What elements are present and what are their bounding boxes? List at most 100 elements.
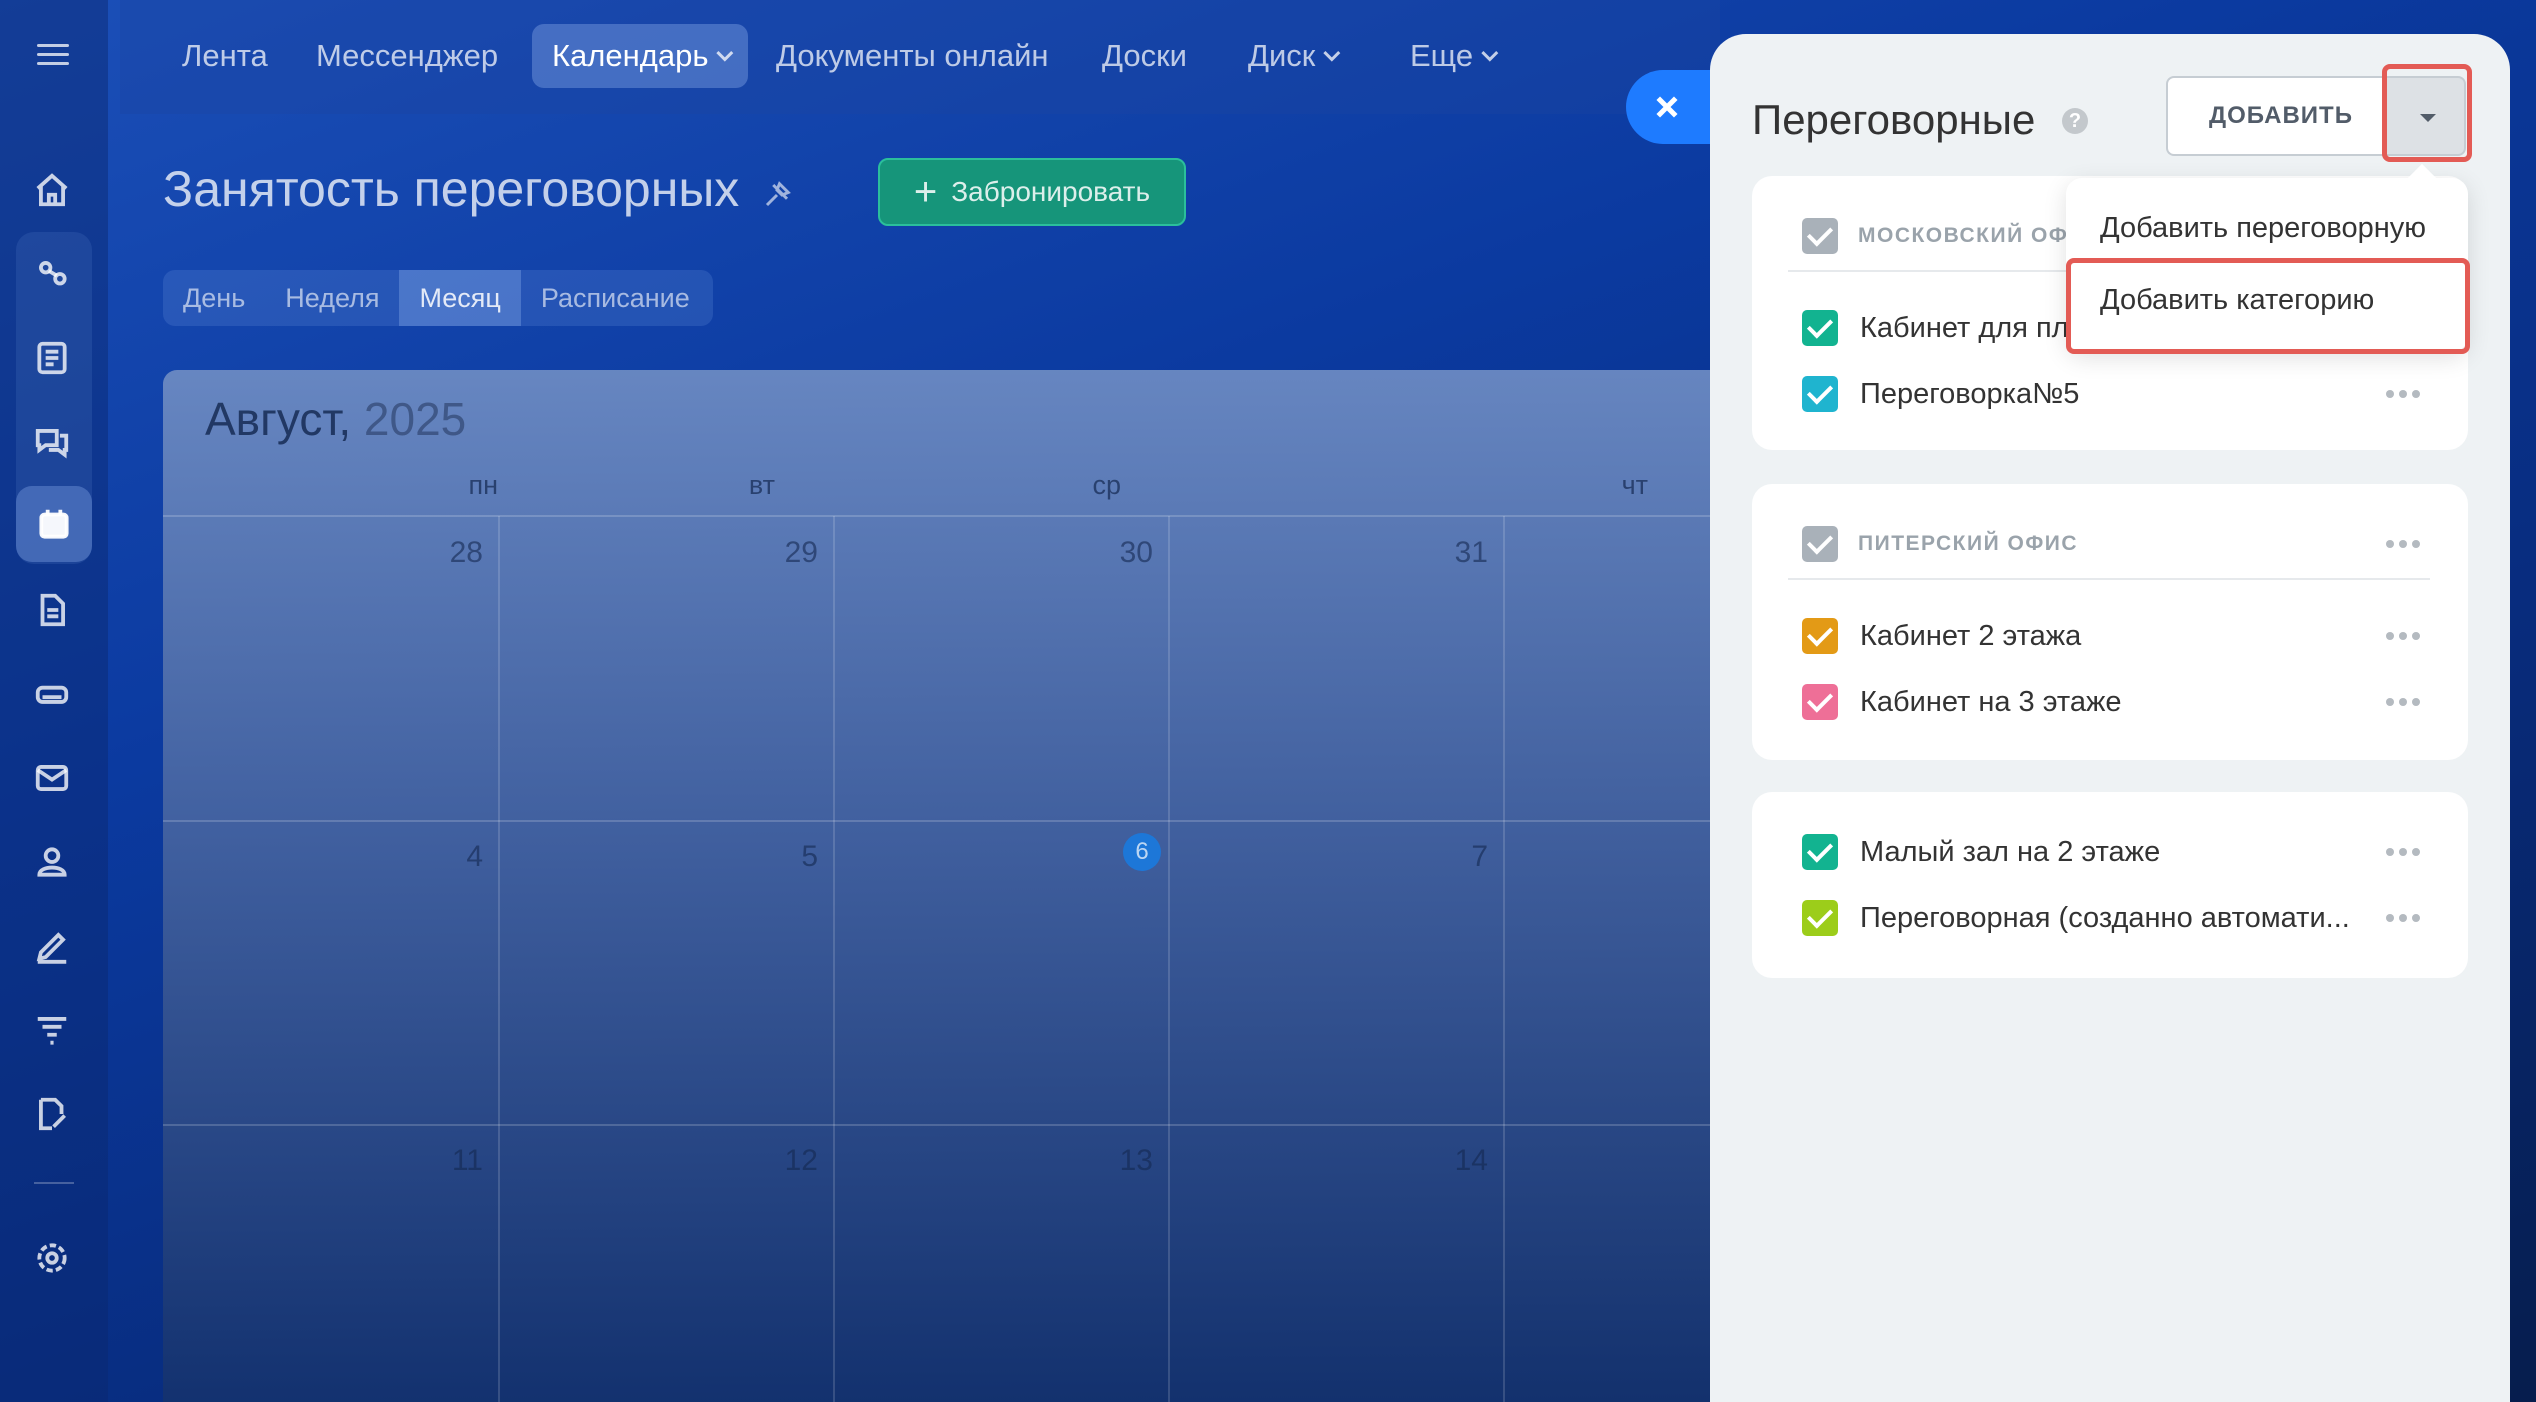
nav-label: Диск bbox=[1248, 38, 1316, 73]
pin-icon[interactable] bbox=[762, 180, 792, 210]
category-label: МОСКОВСКИЙ ОФИ bbox=[1858, 224, 2085, 247]
nav-item-boards[interactable]: Доски bbox=[1082, 24, 1207, 88]
calendar-month-title: Август, 2025 bbox=[205, 392, 466, 446]
panel-title: Переговорные bbox=[1752, 96, 2036, 143]
chevron-down-icon bbox=[716, 44, 734, 62]
tab-day[interactable]: День bbox=[163, 270, 265, 326]
page-title: Занятость переговорных bbox=[163, 161, 740, 217]
nav-label: Календарь bbox=[552, 38, 709, 73]
today-marker[interactable]: 6 bbox=[1123, 833, 1161, 871]
grid-line bbox=[833, 516, 835, 1402]
day-cell[interactable]: 13 bbox=[1113, 1144, 1153, 1178]
day-cell[interactable]: 4 bbox=[443, 840, 483, 874]
day-cell[interactable]: 7 bbox=[1448, 840, 1488, 874]
room-label: Переговорная (созданно автомати... bbox=[1860, 901, 2350, 934]
menu-icon[interactable] bbox=[37, 44, 69, 66]
day-cell[interactable]: 29 bbox=[778, 536, 818, 570]
nav-item-more[interactable]: Еще bbox=[1390, 24, 1513, 88]
room-label: Кабинет 2 этажа bbox=[1860, 619, 2082, 652]
sidebar-divider bbox=[34, 1182, 74, 1184]
room-checkbox[interactable] bbox=[1802, 684, 1838, 720]
day-cell[interactable]: 28 bbox=[443, 536, 483, 570]
room-checkbox[interactable] bbox=[1802, 618, 1838, 654]
sign-icon[interactable] bbox=[30, 924, 74, 968]
grid-line bbox=[163, 1124, 1723, 1126]
day-cell[interactable]: 5 bbox=[778, 840, 818, 874]
sales-funnel-icon[interactable] bbox=[30, 1008, 74, 1052]
weekday-label: чт bbox=[1621, 470, 1648, 500]
room-checkbox[interactable] bbox=[1802, 376, 1838, 412]
nav-item-docs-online[interactable]: Документы онлайн bbox=[756, 24, 1069, 88]
mail-icon[interactable] bbox=[30, 756, 74, 800]
settings-icon[interactable] bbox=[30, 1236, 74, 1280]
room-item: Переговорка№5 bbox=[1802, 374, 2079, 414]
day-cell[interactable]: 11 bbox=[443, 1144, 483, 1178]
room-item: Кабинет 2 этажа bbox=[1802, 616, 2081, 656]
room-checkbox[interactable] bbox=[1802, 900, 1838, 936]
menu-item-add-room[interactable]: Добавить переговорную bbox=[2100, 212, 2426, 245]
day-cell[interactable]: 14 bbox=[1448, 1144, 1488, 1178]
grid-line bbox=[498, 516, 500, 1402]
documents-icon[interactable] bbox=[30, 588, 74, 632]
tab-schedule[interactable]: Расписание bbox=[521, 270, 710, 326]
year: 2025 bbox=[363, 393, 467, 445]
more-icon[interactable] bbox=[2386, 914, 2420, 922]
room-checkbox[interactable] bbox=[1802, 834, 1838, 870]
nav-item-calendar[interactable]: Календарь bbox=[532, 24, 749, 88]
category-label: ПИТЕРСКИЙ ОФИС bbox=[1858, 532, 2079, 555]
grid-line bbox=[1503, 516, 1505, 1402]
drive-icon[interactable] bbox=[30, 672, 74, 716]
left-sidebar bbox=[0, 0, 108, 1402]
more-icon[interactable] bbox=[2386, 698, 2420, 706]
nav-item-feed[interactable]: Лента bbox=[162, 24, 288, 88]
grid-line bbox=[163, 820, 1723, 822]
employees-icon[interactable] bbox=[30, 840, 74, 884]
home-icon[interactable] bbox=[30, 168, 74, 212]
category-header: ПИТЕРСКИЙ ОФИС bbox=[1802, 524, 2078, 564]
month-name: Август, bbox=[205, 393, 352, 445]
category-card: ПИТЕРСКИЙ ОФИС Кабинет 2 этажа Кабинет н… bbox=[1752, 484, 2468, 760]
crm-icon[interactable] bbox=[30, 252, 74, 296]
nav-label: Мессенджер bbox=[316, 38, 499, 73]
nav-item-messenger[interactable]: Мессенджер bbox=[296, 24, 518, 88]
help-icon[interactable]: ? bbox=[2062, 108, 2088, 134]
nav-label: Доски bbox=[1102, 38, 1187, 73]
category-checkbox[interactable] bbox=[1802, 218, 1838, 254]
highlight-frame bbox=[2382, 64, 2472, 162]
room-checkbox[interactable] bbox=[1802, 310, 1838, 346]
top-navigation: Лента Мессенджер Календарь Документы онл… bbox=[120, 0, 1778, 114]
more-icon[interactable] bbox=[2386, 632, 2420, 640]
edit-document-icon[interactable] bbox=[30, 1092, 74, 1136]
day-cell[interactable]: 31 bbox=[1448, 536, 1488, 570]
feed-icon[interactable] bbox=[30, 336, 74, 380]
close-icon bbox=[1656, 96, 1678, 118]
book-button-label: Забронировать bbox=[951, 176, 1151, 207]
add-button[interactable]: ДОБАВИТЬ bbox=[2166, 76, 2394, 156]
nav-label: Еще bbox=[1410, 38, 1474, 73]
category-header: МОСКОВСКИЙ ОФИ bbox=[1802, 216, 2085, 256]
day-cell[interactable]: 12 bbox=[778, 1144, 818, 1178]
more-icon[interactable] bbox=[2386, 390, 2420, 398]
room-item: Кабинет для пл bbox=[1802, 308, 2069, 348]
plus-icon: + bbox=[913, 170, 938, 214]
nav-label: Документы онлайн bbox=[776, 38, 1049, 73]
room-label: Кабинет на 3 этаже bbox=[1860, 685, 2122, 718]
nav-item-disk[interactable]: Диск bbox=[1228, 24, 1355, 88]
grid-line bbox=[163, 515, 1723, 517]
day-cell[interactable]: 30 bbox=[1113, 536, 1153, 570]
tab-week[interactable]: Неделя bbox=[265, 270, 399, 326]
book-button[interactable]: + Забронировать bbox=[878, 158, 1186, 226]
room-label: Переговорка№5 bbox=[1860, 377, 2080, 410]
month-calendar: Август, 2025 пн вт ср чт 28 29 30 31 4 5… bbox=[163, 370, 1723, 1402]
chat-icon[interactable] bbox=[30, 420, 74, 464]
category-card: Малый зал на 2 этаже Переговорная (созда… bbox=[1752, 792, 2468, 978]
calendar-icon[interactable] bbox=[16, 486, 92, 562]
highlight-frame bbox=[2066, 258, 2470, 354]
category-checkbox[interactable] bbox=[1802, 526, 1838, 562]
chevron-down-icon bbox=[1481, 44, 1499, 62]
more-icon[interactable] bbox=[2386, 540, 2420, 548]
tab-month[interactable]: Месяц bbox=[399, 270, 521, 326]
room-label: Малый зал на 2 этаже bbox=[1860, 835, 2161, 868]
view-tabs: День Неделя Месяц Расписание bbox=[163, 270, 713, 326]
more-icon[interactable] bbox=[2386, 848, 2420, 856]
